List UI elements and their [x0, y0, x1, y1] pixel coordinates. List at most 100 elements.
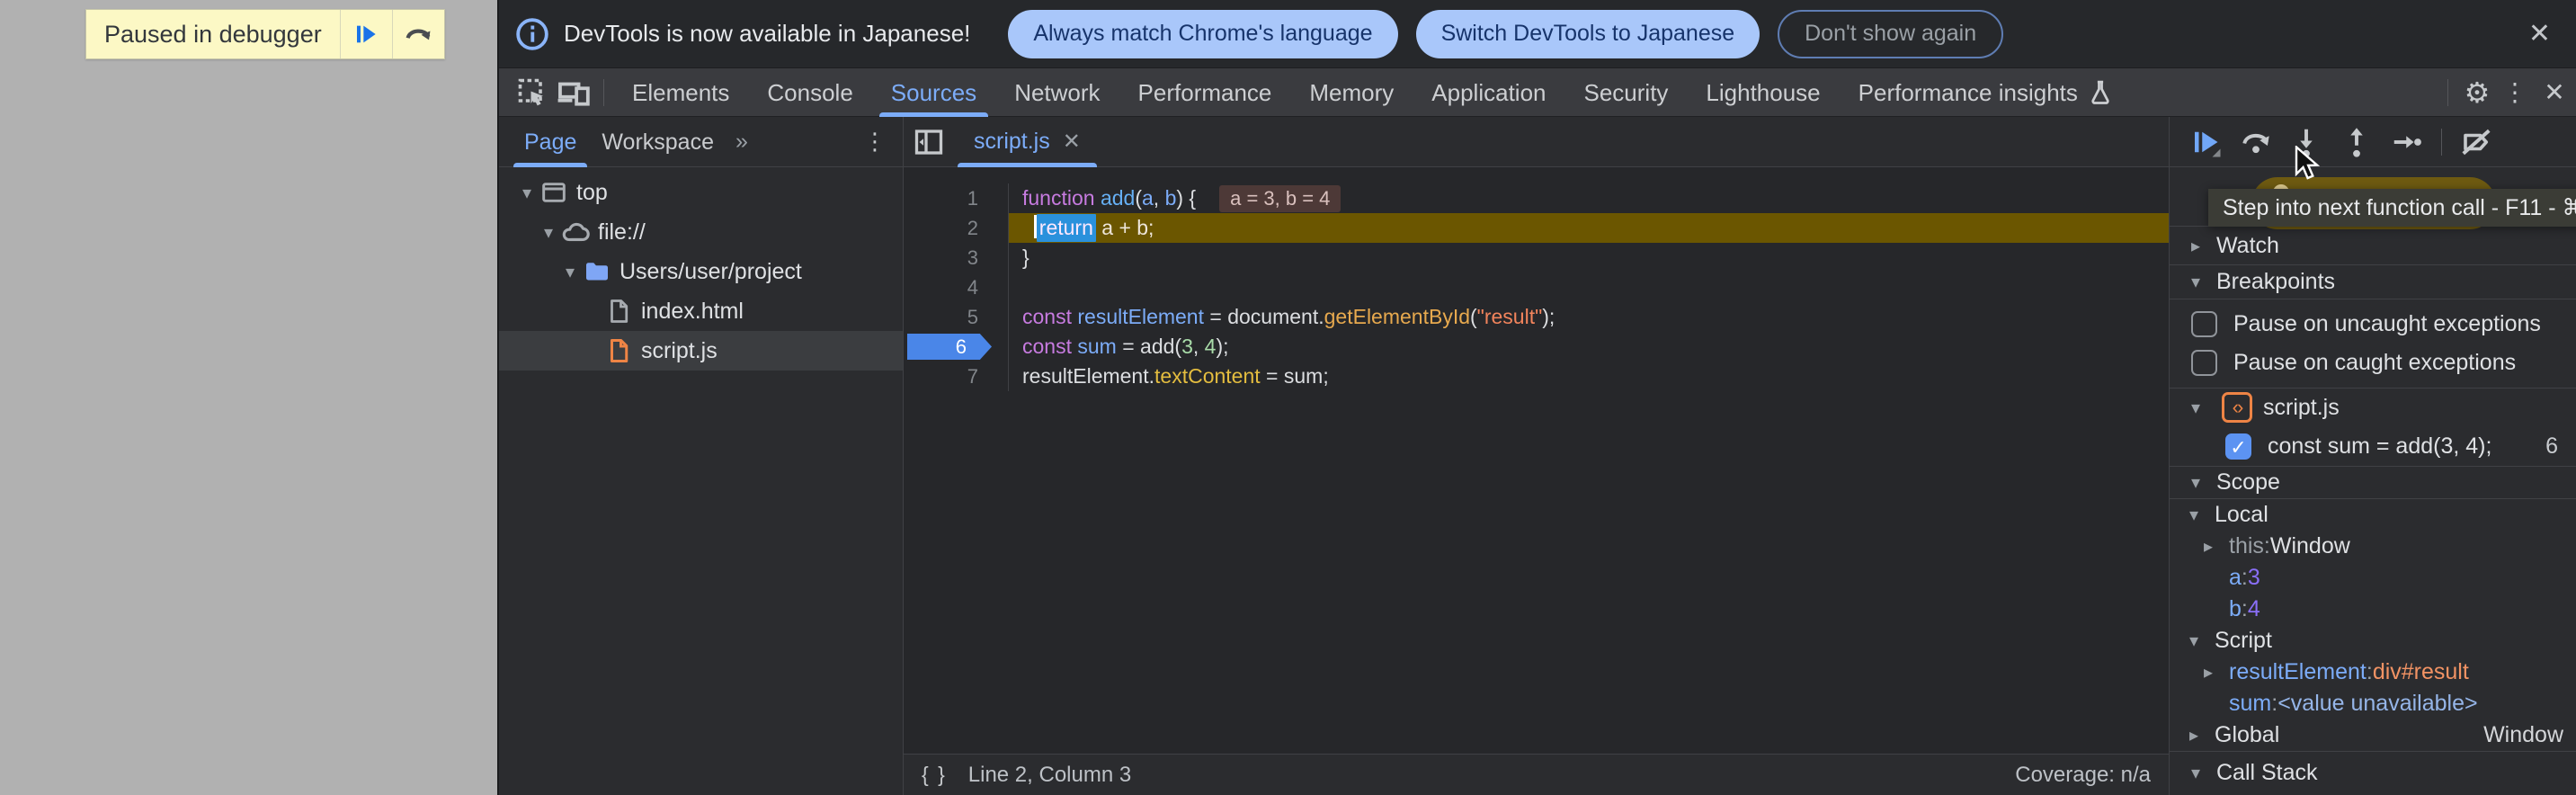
don-t-show-again-button[interactable]: Don't show again: [1778, 10, 2003, 58]
tab-performance[interactable]: Performance: [1119, 68, 1291, 117]
pause-uncaught-row[interactable]: Pause on uncaught exceptions: [2170, 305, 2576, 344]
inspect-element-icon[interactable]: [512, 68, 553, 117]
editor-tab-scriptjs[interactable]: script.js ✕: [954, 117, 1101, 167]
tree-expand-icon[interactable]: ▾: [515, 182, 539, 204]
code-token: ,: [1193, 335, 1205, 358]
scope-row-b[interactable]: b: 4: [2170, 594, 2576, 625]
editor-tab-close-icon[interactable]: ✕: [1063, 129, 1081, 155]
tree-item-top[interactable]: ▾top: [499, 173, 903, 212]
section-scope[interactable]: ▾ Scope: [2170, 467, 2576, 498]
tab-application[interactable]: Application: [1413, 68, 1564, 117]
scope-group-script[interactable]: ▾Script: [2170, 625, 2576, 657]
devtools-close-icon[interactable]: ✕: [2533, 77, 2576, 107]
breakpoint-entry[interactable]: ✓ const sum = add(3, 4); 6: [2170, 427, 2576, 466]
chevron-right-icon[interactable]: ▸: [2204, 661, 2229, 683]
tab-sources[interactable]: Sources: [872, 68, 995, 117]
always-match-chrome-s-language-button[interactable]: Always match Chrome's language: [1008, 10, 1397, 58]
inline-eval-widget: a = 3, b = 4: [1219, 185, 1341, 212]
tab-memory[interactable]: Memory: [1290, 68, 1413, 117]
step-over-button[interactable]: [2240, 126, 2272, 158]
chevron-down-icon[interactable]: ▾: [2191, 397, 2216, 419]
tab-page[interactable]: Page: [512, 117, 589, 167]
breakpoint-file-label: script.js: [2263, 395, 2340, 421]
tab-console[interactable]: Console: [748, 68, 871, 117]
more-options-kebab-icon[interactable]: ⋮: [2497, 77, 2533, 107]
line-number[interactable]: 6: [904, 332, 1009, 362]
line-number[interactable]: 2: [904, 213, 1009, 243]
chevron-down-icon[interactable]: ▾: [2191, 762, 2216, 784]
tab-performance-insights[interactable]: Performance insights: [1840, 68, 2133, 117]
line-number[interactable]: 1: [904, 183, 1009, 213]
tab-label: Elements: [632, 68, 729, 117]
chevron-right-icon[interactable]: ▸: [2189, 724, 2215, 746]
chevron-right-icon[interactable]: ▸: [2191, 235, 2216, 257]
language-infobar: DevTools is now available in Japanese! A…: [499, 0, 2576, 68]
section-watch[interactable]: ▸ Watch: [2170, 227, 2576, 264]
infobar-close-icon[interactable]: ✕: [2521, 18, 2558, 49]
pause-uncaught-checkbox[interactable]: [2191, 311, 2217, 337]
tab-workspace[interactable]: Workspace: [589, 117, 726, 167]
banner-step-over-button[interactable]: [392, 10, 444, 58]
tree-item-index-html[interactable]: index.html: [499, 291, 903, 331]
chevron-down-icon[interactable]: ▾: [2189, 504, 2215, 526]
switch-devtools-to-japanese-button[interactable]: Switch DevTools to Japanese: [1416, 10, 1760, 58]
tree-expand-icon[interactable]: ▾: [558, 261, 582, 283]
toggle-device-toolbar-icon[interactable]: [553, 68, 594, 117]
tab-elements[interactable]: Elements: [613, 68, 748, 117]
paused-in-debugger-banner: Paused in debugger: [85, 9, 445, 59]
scope-row-a[interactable]: a: 3: [2170, 562, 2576, 594]
section-breakpoints[interactable]: ▾ Breakpoints: [2170, 265, 2576, 299]
chevron-down-icon[interactable]: ▾: [2191, 471, 2216, 494]
breakpoint-file-group[interactable]: ▾ ‹› script.js: [2170, 389, 2576, 427]
line-number[interactable]: 4: [904, 272, 1009, 302]
code-line-1[interactable]: 1function add(a, b) {a = 3, b = 4: [904, 183, 2169, 213]
code-line-6[interactable]: 6const sum = add(3, 4);: [904, 332, 2169, 362]
tab-security[interactable]: Security: [1565, 68, 1688, 117]
tab-lighthouse[interactable]: Lighthouse: [1687, 68, 1839, 117]
step-out-button[interactable]: [2340, 126, 2373, 158]
tree-item-users-user-project[interactable]: ▾Users/user/project: [499, 252, 903, 291]
chevron-down-icon[interactable]: ▾: [2189, 630, 2215, 652]
section-call-stack[interactable]: ▾ Call Stack: [2170, 752, 2576, 795]
pause-caught-checkbox[interactable]: [2191, 350, 2217, 376]
debugger-sidebar: ▸ Watch ▾ Breakpoints Pause on uncaught …: [2169, 117, 2576, 795]
settings-gear-icon[interactable]: ⚙: [2457, 76, 2497, 110]
line-number[interactable]: 5: [904, 302, 1009, 332]
scope-row-this[interactable]: ▸this: Window: [2170, 531, 2576, 562]
code-editor[interactable]: 1function add(a, b) {a = 3, b = 42 retur…: [904, 167, 2169, 754]
code-token: getElementById: [1324, 305, 1470, 328]
scope-group-global[interactable]: ▸GlobalWindow: [2170, 719, 2576, 751]
code-line-text: return a + b;: [1009, 213, 2169, 243]
chevron-right-icon[interactable]: ▸: [2204, 535, 2229, 558]
navigator-overflow-chevron[interactable]: »: [726, 129, 757, 155]
code-line-2[interactable]: 2 return a + b;: [904, 213, 2169, 243]
code-line-7[interactable]: 7resultElement.textContent = sum;: [904, 362, 2169, 391]
banner-resume-button[interactable]: [340, 10, 392, 58]
tree-expand-icon[interactable]: ▾: [537, 221, 560, 244]
navigator-kebab-icon[interactable]: ⋮: [847, 128, 903, 156]
chevron-down-icon[interactable]: ▾: [2191, 271, 2216, 293]
breakpoint-checkbox[interactable]: ✓: [2225, 433, 2251, 460]
resume-button[interactable]: [2189, 126, 2222, 158]
code-token: resultElement: [1077, 305, 1204, 328]
code-line-3[interactable]: 3}: [904, 243, 2169, 272]
tree-item-file[interactable]: ▾file://: [499, 212, 903, 252]
tabbar-divider: [2447, 79, 2448, 106]
scope-row-resultelement[interactable]: ▸resultElement: div#result: [2170, 657, 2576, 688]
code-token: document: [1227, 305, 1318, 328]
code-line-4[interactable]: 4: [904, 272, 2169, 302]
breakpoint-marker[interactable]: 6: [907, 334, 992, 360]
line-number[interactable]: 7: [904, 362, 1009, 391]
deactivate-breakpoints-button[interactable]: [2460, 126, 2492, 158]
step-button[interactable]: [2391, 126, 2423, 158]
scope-group-local[interactable]: ▾Local: [2170, 499, 2576, 531]
tab-network[interactable]: Network: [995, 68, 1119, 117]
pretty-print-braces-icon[interactable]: { }: [922, 763, 947, 787]
line-number[interactable]: 3: [904, 243, 1009, 272]
code-line-5[interactable]: 5const resultElement = document.getEleme…: [904, 302, 2169, 332]
tree-item-script-js[interactable]: script.js: [499, 331, 903, 371]
scope-row-sum[interactable]: sum: <value unavailable>: [2170, 688, 2576, 719]
pause-caught-row[interactable]: Pause on caught exceptions: [2170, 344, 2576, 382]
hide-navigator-icon[interactable]: [904, 126, 954, 158]
scope-group-label: Script: [2215, 628, 2272, 654]
